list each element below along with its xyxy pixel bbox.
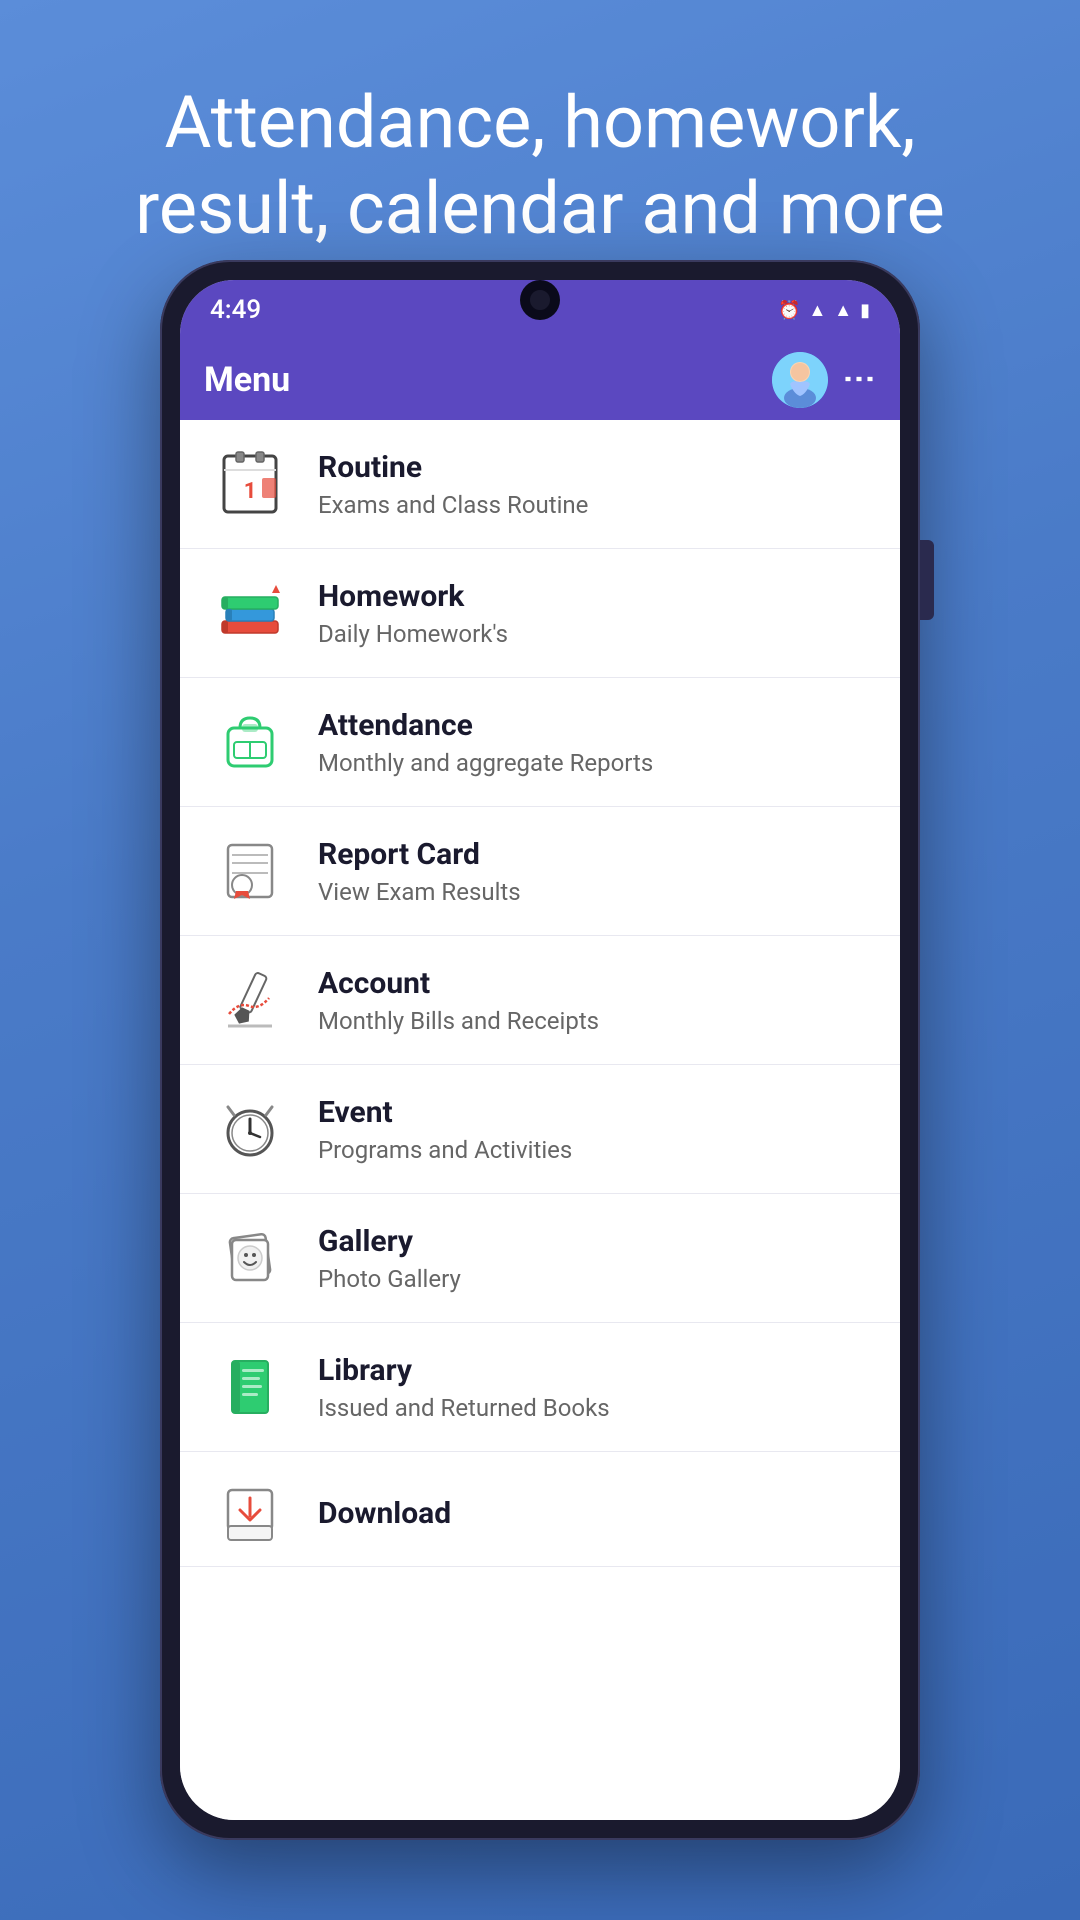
- library-subtitle: Issued and Returned Books: [318, 1394, 610, 1422]
- gallery-icon: [210, 1218, 290, 1298]
- library-title: Library: [318, 1353, 610, 1388]
- routine-text: Routine Exams and Class Routine: [318, 450, 588, 519]
- account-title: Account: [318, 966, 599, 1001]
- library-text: Library Issued and Returned Books: [318, 1353, 610, 1422]
- menu-item-routine[interactable]: 1 Routine Exams and Class Routine: [180, 420, 900, 549]
- homework-title: Homework: [318, 579, 508, 614]
- gallery-text: Gallery Photo Gallery: [318, 1224, 461, 1293]
- routine-title: Routine: [318, 450, 588, 485]
- menu-item-library[interactable]: Library Issued and Returned Books: [180, 1323, 900, 1452]
- download-text: Download: [318, 1496, 451, 1537]
- battery-icon: ⏰: [778, 300, 800, 321]
- wifi-icon: ▲: [808, 300, 826, 321]
- routine-subtitle: Exams and Class Routine: [318, 491, 588, 519]
- menu-list: 1 Routine Exams and Class Routine: [180, 420, 900, 1820]
- gallery-subtitle: Photo Gallery: [318, 1265, 461, 1293]
- homework-subtitle: Daily Homework's: [318, 620, 508, 648]
- report-card-subtitle: View Exam Results: [318, 878, 521, 906]
- account-text: Account Monthly Bills and Receipts: [318, 966, 599, 1035]
- menu-item-attendance[interactable]: Attendance Monthly and aggregate Reports: [180, 678, 900, 807]
- app-bar-title: Menu: [204, 360, 772, 400]
- account-subtitle: Monthly Bills and Receipts: [318, 1007, 599, 1035]
- download-title: Download: [318, 1496, 451, 1531]
- menu-item-homework[interactable]: Homework Daily Homework's: [180, 549, 900, 678]
- gallery-title: Gallery: [318, 1224, 461, 1259]
- homework-text: Homework Daily Homework's: [318, 579, 508, 648]
- phone-mockup: 4:49 ⏰ ▲ ▲ ▮ Menu: [160, 260, 920, 1840]
- app-bar: Menu ⋮: [180, 340, 900, 420]
- status-time: 4:49: [210, 295, 261, 325]
- attendance-text: Attendance Monthly and aggregate Reports: [318, 708, 653, 777]
- event-text: Event Programs and Activities: [318, 1095, 572, 1164]
- phone-screen: 4:49 ⏰ ▲ ▲ ▮ Menu: [180, 280, 900, 1820]
- attendance-icon: [210, 702, 290, 782]
- status-icons: ⏰ ▲ ▲ ▮: [778, 300, 870, 321]
- homework-icon: [210, 573, 290, 653]
- signal-icon: ▲: [834, 300, 852, 321]
- menu-item-report-card[interactable]: Report Card View Exam Results: [180, 807, 900, 936]
- hero-text: Attendance, homework, result, calendar a…: [0, 0, 1080, 293]
- phone-frame: 4:49 ⏰ ▲ ▲ ▮ Menu: [160, 260, 920, 1840]
- battery-level-icon: ▮: [860, 300, 870, 321]
- svg-text:1: 1: [244, 479, 257, 504]
- menu-item-download[interactable]: Download: [180, 1452, 900, 1567]
- library-icon: [210, 1347, 290, 1427]
- camera-notch: [520, 280, 560, 320]
- download-icon: [210, 1476, 290, 1556]
- report-card-icon: [210, 831, 290, 911]
- menu-item-event[interactable]: Event Programs and Activities: [180, 1065, 900, 1194]
- menu-item-account[interactable]: Account Monthly Bills and Receipts: [180, 936, 900, 1065]
- account-icon: [210, 960, 290, 1040]
- menu-item-gallery[interactable]: Gallery Photo Gallery: [180, 1194, 900, 1323]
- attendance-subtitle: Monthly and aggregate Reports: [318, 749, 653, 777]
- report-card-text: Report Card View Exam Results: [318, 837, 521, 906]
- event-title: Event: [318, 1095, 572, 1130]
- more-options-icon[interactable]: ⋮: [844, 363, 876, 397]
- routine-icon: 1: [210, 444, 290, 524]
- event-subtitle: Programs and Activities: [318, 1136, 572, 1164]
- report-card-title: Report Card: [318, 837, 521, 872]
- attendance-title: Attendance: [318, 708, 653, 743]
- avatar[interactable]: [772, 352, 828, 408]
- event-icon: [210, 1089, 290, 1169]
